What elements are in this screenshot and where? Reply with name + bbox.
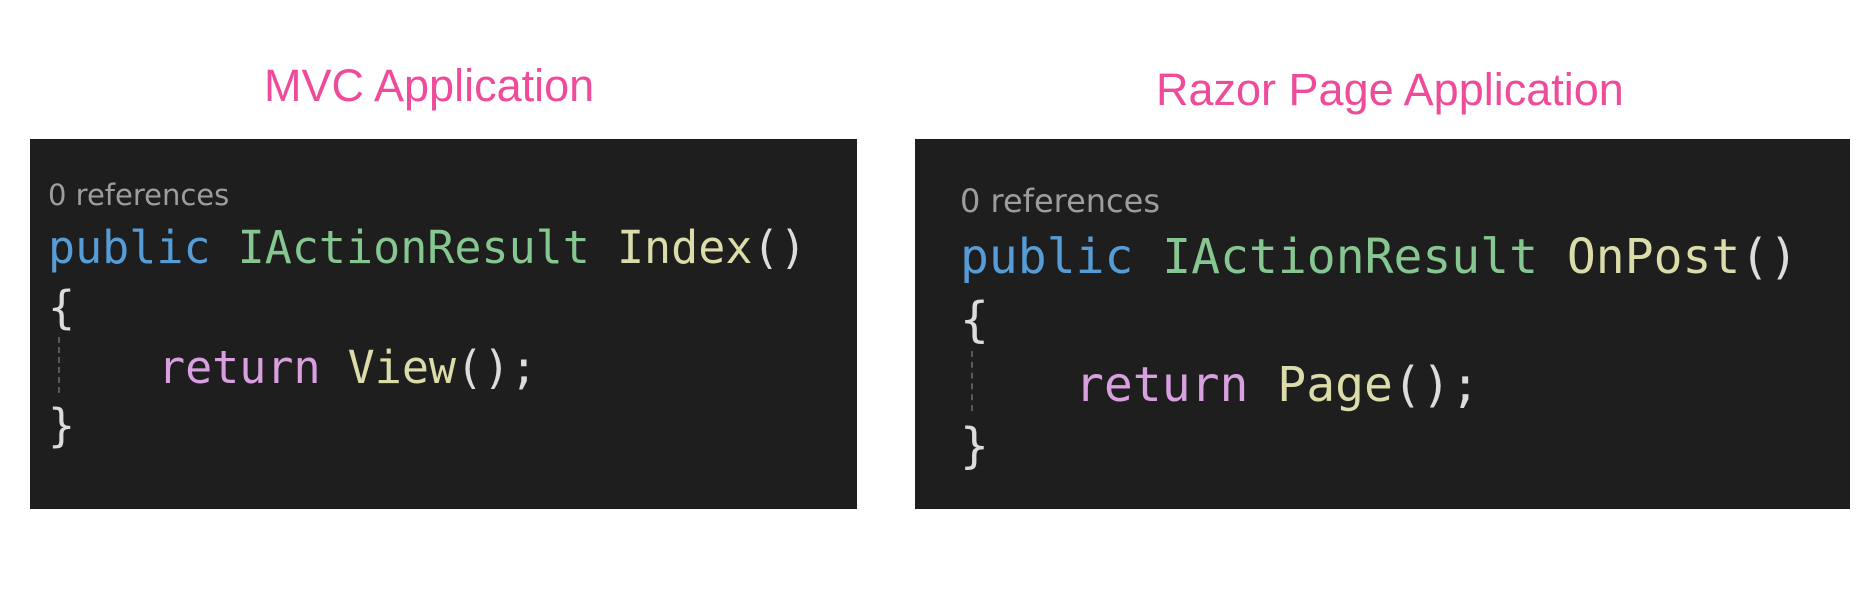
return-type: IActionResult	[1162, 229, 1538, 285]
razor-open-brace: {	[960, 292, 989, 348]
razor-codelens-references[interactable]: 0 references	[960, 185, 1160, 217]
method-name: Index	[616, 221, 753, 274]
return-tail: ();	[456, 341, 538, 394]
razor-indent-guide	[971, 351, 973, 411]
mvc-codelens-references[interactable]: 0 references	[48, 181, 229, 210]
return-keyword: return	[158, 341, 321, 394]
return-tail: ();	[1392, 357, 1480, 413]
mvc-return-statement: return View();	[158, 345, 537, 390]
method-parens: ()	[752, 221, 807, 274]
public-keyword: public	[960, 229, 1134, 285]
return-keyword: return	[1075, 357, 1249, 413]
razor-method-signature: public IActionResult OnPost()	[960, 233, 1798, 281]
mvc-close-brace: }	[48, 399, 76, 452]
return-type: IActionResult	[237, 221, 590, 274]
razor-return-statement: return Page();	[1075, 361, 1480, 409]
razor-close-brace: }	[960, 418, 989, 474]
mvc-indent-guide	[58, 337, 60, 393]
mvc-code-editor: 0 references public IActionResult Index(…	[30, 139, 857, 509]
mvc-panel-title: MVC Application	[264, 60, 595, 111]
mvc-open-brace: {	[48, 281, 76, 334]
return-call: View	[347, 341, 457, 394]
razor-code-editor: 0 references public IActionResult OnPost…	[915, 139, 1850, 509]
mvc-method-signature: public IActionResult Index()	[48, 225, 807, 270]
method-name: OnPost	[1566, 229, 1741, 285]
public-keyword: public	[48, 221, 211, 274]
razor-panel-title: Razor Page Application	[1156, 64, 1624, 115]
return-call: Page	[1277, 357, 1393, 413]
method-parens: ()	[1740, 229, 1799, 285]
